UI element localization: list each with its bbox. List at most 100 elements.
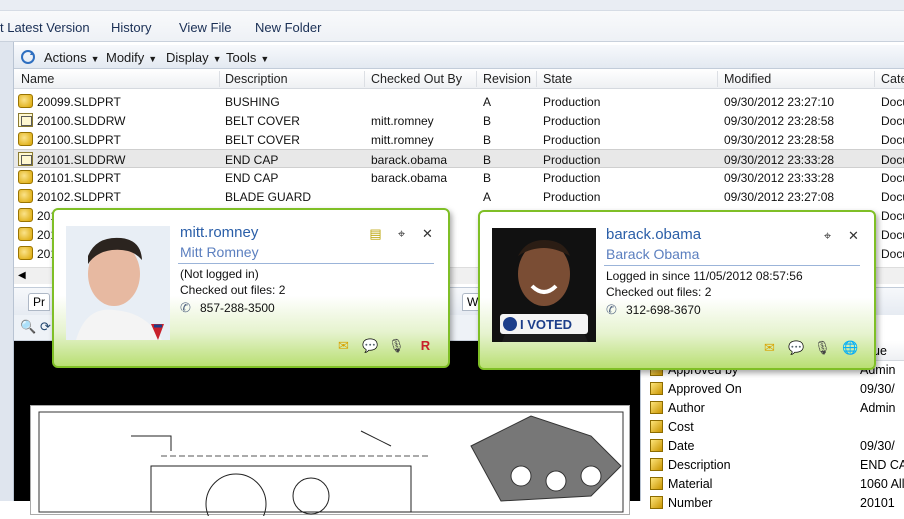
- property-icon: [650, 477, 663, 490]
- left-navigation-strip: [0, 42, 14, 501]
- cell-modified: 09/30/2012 23:33:28: [724, 171, 835, 185]
- column-separator[interactable]: [476, 71, 477, 87]
- cell-checked-out-by: mitt.romney: [371, 133, 434, 147]
- menu-get-latest-version[interactable]: t Latest Version: [0, 20, 90, 35]
- column-name[interactable]: Name: [21, 72, 54, 86]
- cell-revision: B: [483, 114, 492, 128]
- cell-category: Docu: [881, 114, 904, 128]
- cell-state: Production: [543, 95, 601, 109]
- login-status: (Not logged in): [180, 267, 259, 281]
- drawing-file-icon: [18, 113, 33, 127]
- part-file-icon: [18, 132, 33, 146]
- column-description[interactable]: Description: [225, 72, 288, 86]
- column-separator[interactable]: [219, 71, 220, 87]
- phone-icon: ✆: [180, 300, 191, 315]
- table-row[interactable]: 20101.SLDPRT END CAP barack.obama B Prod…: [14, 168, 904, 187]
- zoom-icon[interactable]: 🔍: [20, 320, 36, 334]
- username[interactable]: barack.obama: [606, 226, 701, 243]
- cell-name: 20100.SLDDRW: [37, 114, 126, 128]
- cell-category: Docu: [881, 133, 904, 147]
- tools-menu[interactable]: Tools ▼: [226, 50, 269, 65]
- user-photo: [66, 226, 170, 340]
- menu-view-file[interactable]: View File: [179, 20, 232, 35]
- document-icon[interactable]: ▤: [368, 226, 383, 241]
- checked-out-files: Checked out files: 2: [180, 283, 286, 297]
- column-separator[interactable]: [874, 71, 875, 87]
- property-row[interactable]: Cost: [641, 417, 904, 436]
- cell-category: Docu: [881, 228, 904, 242]
- dropdown-arrow-icon: ▼: [260, 54, 270, 64]
- chat-icon[interactable]: 💬: [362, 338, 378, 353]
- full-name: Mitt Romney: [180, 244, 259, 260]
- menu-new-folder[interactable]: New Folder: [255, 20, 321, 35]
- chat-icon[interactable]: 💬: [788, 340, 804, 355]
- property-icon: [650, 458, 663, 471]
- cell-name: 20101.SLDDRW: [37, 153, 126, 167]
- email-icon[interactable]: ✉: [336, 338, 351, 353]
- column-category[interactable]: Cate: [881, 72, 904, 86]
- close-icon[interactable]: ✕: [420, 226, 435, 241]
- property-name: Approved On: [668, 382, 742, 396]
- cell-description: END CAP: [225, 153, 279, 167]
- table-row[interactable]: 20100.SLDPRT BELT COVER mitt.romney B Pr…: [14, 130, 904, 149]
- property-row[interactable]: Material 1060 All: [641, 474, 904, 493]
- pin-icon[interactable]: ⌖: [394, 226, 409, 241]
- dropdown-arrow-icon: ▼: [148, 54, 158, 64]
- title-strip: [0, 0, 904, 11]
- globe-icon[interactable]: 🌐: [842, 340, 858, 355]
- username[interactable]: mitt.romney: [180, 224, 258, 241]
- tab-preview[interactable]: Pr: [28, 293, 50, 311]
- phone-icon: ✆: [606, 302, 617, 317]
- table-row-selected[interactable]: 20101.SLDDRW END CAP barack.obama B Prod…: [14, 149, 904, 168]
- cell-category: Docu: [881, 95, 904, 109]
- microphone-icon[interactable]: 🎙: [814, 340, 831, 355]
- table-row[interactable]: 20102.SLDPRT BLADE GUARD A Production 09…: [14, 187, 904, 206]
- modify-menu[interactable]: Modify ▼: [106, 50, 157, 65]
- property-name: Material: [668, 477, 713, 491]
- cell-name: 20099.SLDPRT: [37, 95, 121, 109]
- property-row[interactable]: Description END CA: [641, 455, 904, 474]
- display-menu[interactable]: Display ▼: [166, 50, 222, 65]
- cell-description: BELT COVER: [225, 133, 300, 147]
- property-name: Date: [668, 439, 695, 453]
- property-row[interactable]: Author Admin: [641, 398, 904, 417]
- i-voted-caption: I VOTED: [520, 317, 572, 332]
- cell-name: 20100.SLDPRT: [37, 133, 121, 147]
- cell-name: 20102.SLDPRT: [37, 190, 121, 204]
- column-revision[interactable]: Revision: [483, 72, 531, 86]
- property-row[interactable]: Date 09/30/: [641, 436, 904, 455]
- user-card-barack-obama: I VOTED barack.obama Barack Obama Logged…: [478, 210, 876, 370]
- actions-label: Actions: [44, 50, 87, 65]
- table-row[interactable]: 20100.SLDDRW BELT COVER mitt.romney B Pr…: [14, 111, 904, 130]
- property-row[interactable]: Approved On 09/30/: [641, 379, 904, 398]
- cell-checked-out-by: mitt.romney: [371, 114, 434, 128]
- actions-menu[interactable]: Actions ▼: [44, 50, 100, 65]
- refresh-icon[interactable]: [20, 49, 36, 65]
- toolbar: Actions ▼ Modify ▼ Display ▼ Tools ▼: [14, 45, 904, 69]
- column-state[interactable]: State: [543, 72, 572, 86]
- cell-state: Production: [543, 114, 601, 128]
- scroll-left-icon[interactable]: ◀: [18, 270, 26, 281]
- cell-revision: A: [483, 95, 492, 109]
- tools-label: Tools: [226, 50, 257, 65]
- email-icon[interactable]: ✉: [762, 340, 777, 355]
- column-separator[interactable]: [364, 71, 365, 87]
- menu-history[interactable]: History: [111, 20, 151, 35]
- cell-checked-out-by: barack.obama: [371, 153, 448, 167]
- pin-icon[interactable]: ⌖: [820, 228, 835, 243]
- campaign-logo-icon: R: [420, 338, 431, 353]
- part-file-icon: [18, 227, 33, 241]
- close-icon[interactable]: ✕: [846, 228, 861, 243]
- user-photo: I VOTED: [492, 228, 596, 342]
- property-row[interactable]: Number 20101: [641, 493, 904, 512]
- column-separator[interactable]: [717, 71, 718, 87]
- cell-state: Production: [543, 153, 601, 167]
- cell-category: Docu: [881, 247, 904, 261]
- column-modified[interactable]: Modified: [724, 72, 771, 86]
- table-row[interactable]: 20099.SLDPRT BUSHING A Production 09/30/…: [14, 92, 904, 111]
- column-checked-out-by[interactable]: Checked Out By: [371, 72, 462, 86]
- microphone-icon[interactable]: 🎙: [388, 338, 405, 353]
- part-file-icon: [18, 94, 33, 108]
- property-name: Author: [668, 401, 705, 415]
- column-separator[interactable]: [536, 71, 537, 87]
